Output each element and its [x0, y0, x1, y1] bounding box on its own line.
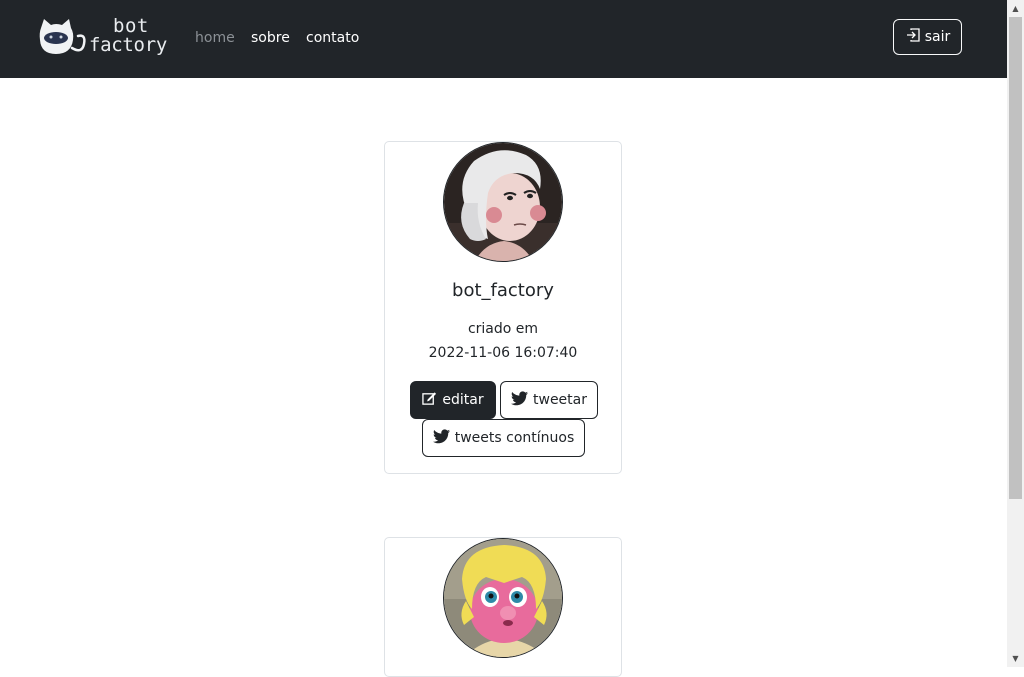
logout-label: sair	[924, 29, 951, 45]
cat-logo-icon	[38, 18, 90, 62]
edit-label: editar	[442, 392, 484, 408]
bot-card: bot_factory criado em 2022-11-06 16:07:4…	[384, 141, 622, 474]
edit-button[interactable]: editar	[410, 381, 496, 419]
navbar: bot factory home sobre contato sair	[0, 0, 1007, 78]
tweet-label: tweetar	[533, 392, 587, 408]
tweet-button[interactable]: tweetar	[500, 381, 598, 419]
bot-name: bot_factory	[452, 280, 554, 301]
continuous-tweets-button[interactable]: tweets contínuos	[422, 419, 585, 457]
scroll-down-arrow-icon[interactable]: ▼	[1007, 650, 1024, 667]
page-scrollbar[interactable]: ▲ ▼	[1007, 0, 1024, 667]
scroll-thumb[interactable]	[1009, 17, 1022, 499]
brand-text-factory: factory	[89, 34, 167, 56]
scroll-up-arrow-icon[interactable]: ▲	[1007, 0, 1024, 17]
twitter-icon	[511, 390, 528, 410]
brand-logo-link[interactable]: bot factory	[38, 15, 174, 62]
bot-avatar	[443, 538, 563, 658]
nav-link-sobre[interactable]: sobre	[251, 29, 290, 47]
logout-button[interactable]: sair	[893, 19, 962, 55]
bot-avatar	[443, 142, 563, 262]
created-label: criado em	[467, 321, 539, 337]
edit-icon	[422, 391, 437, 410]
continuous-tweets-label: tweets contínuos	[454, 430, 575, 446]
bot-card	[384, 537, 622, 677]
twitter-icon	[432, 428, 450, 448]
sign-in-icon	[905, 27, 921, 47]
nav-link-contato[interactable]: contato	[306, 29, 359, 47]
created-date: 2022-11-06 16:07:40	[428, 345, 578, 361]
nav-link-home[interactable]: home	[195, 29, 235, 47]
